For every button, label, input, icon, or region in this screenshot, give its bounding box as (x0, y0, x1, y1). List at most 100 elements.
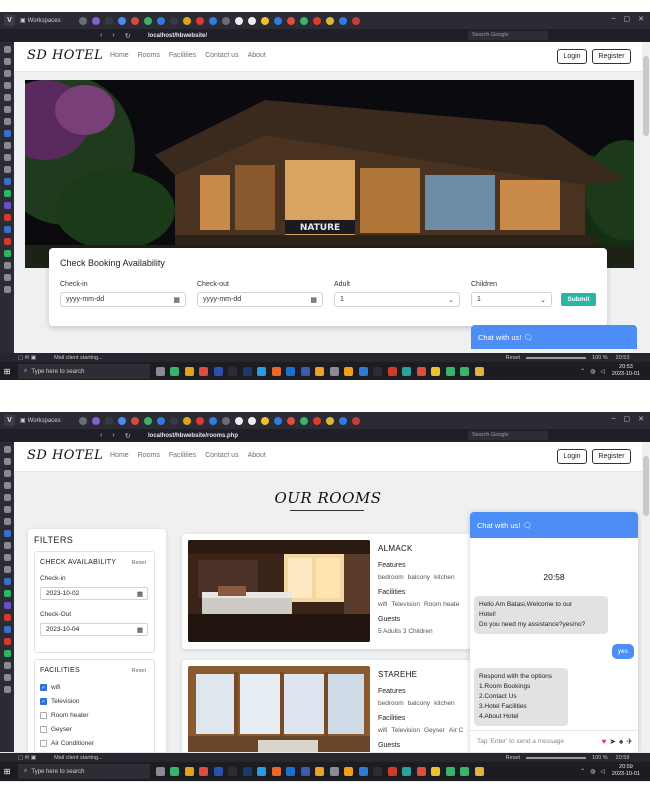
taskbar-app-icon[interactable] (286, 767, 295, 776)
tab-icon[interactable] (183, 16, 191, 25)
vivaldi-logo-icon[interactable]: V (4, 15, 15, 26)
tab-icon[interactable] (222, 416, 230, 425)
file-explorer-icon[interactable] (431, 767, 440, 776)
calendar-icon[interactable]: ▦ (173, 296, 180, 304)
tab-icon[interactable] (105, 416, 113, 425)
tab-icon[interactable] (248, 16, 256, 25)
facilities-reset[interactable]: Reset (132, 668, 146, 674)
checkin-date-input[interactable]: 2023-10-02 ▦ (40, 587, 148, 600)
taskbar-app-icon[interactable] (228, 767, 237, 776)
taskbar-app-icon[interactable] (460, 767, 469, 776)
nav-rooms[interactable]: Rooms (138, 52, 160, 59)
facility-checkbox-television[interactable]: ✓ Television (40, 698, 80, 705)
tab-icon[interactable] (118, 416, 126, 425)
forward-icon[interactable]: › (112, 32, 114, 40)
chat-header[interactable]: Chat with us! 🗨 (470, 512, 638, 538)
whatsapp-icon[interactable] (3, 590, 11, 597)
checkbox-icon[interactable] (40, 726, 47, 733)
chevron-up-icon[interactable]: ⌃ (580, 368, 585, 375)
tab-icon[interactable] (144, 416, 152, 425)
tab-icon[interactable] (131, 16, 139, 25)
panel-app-icon[interactable] (3, 202, 11, 209)
edge-icon[interactable] (402, 367, 411, 376)
checkbox-icon[interactable] (40, 740, 47, 747)
url-field[interactable]: localhost/hbwebsite/ (148, 33, 438, 39)
tab-icon[interactable] (105, 16, 113, 25)
forward-icon[interactable]: › (112, 432, 114, 440)
telegram-icon[interactable] (257, 767, 266, 776)
search-field[interactable]: Search Google (468, 431, 548, 440)
vivaldi-panel-icon[interactable] (3, 614, 11, 621)
youtube-icon[interactable] (3, 638, 11, 645)
tab-icon[interactable] (274, 16, 282, 25)
taskbar-app-icon[interactable] (460, 367, 469, 376)
login-button[interactable]: Login (557, 49, 587, 64)
taskbar-app-icon[interactable] (416, 367, 426, 376)
panel-app-icon[interactable] (3, 142, 11, 149)
taskbar-app-icon[interactable] (184, 767, 194, 776)
adult-select[interactable]: 1 ⌄ (334, 292, 460, 307)
chat-message-input[interactable]: Tap 'Enter' to send a message ♥ ➤ ♠ ✈ (470, 730, 638, 752)
tab-icon[interactable] (261, 416, 269, 425)
panel-app-icon[interactable] (3, 250, 11, 257)
panel-notes-icon[interactable] (3, 494, 11, 501)
whatsapp-icon[interactable] (3, 190, 11, 197)
panel-history-icon[interactable] (3, 482, 11, 489)
tab-icon[interactable] (326, 416, 334, 425)
scrollbar-thumb[interactable] (643, 56, 649, 136)
tab-icon[interactable] (248, 416, 256, 425)
maximize-icon[interactable]: ▢ (624, 415, 631, 423)
plane-icon[interactable]: ✈ (626, 737, 633, 746)
checkbox-icon[interactable] (40, 712, 47, 719)
taskbar-app-icon[interactable] (373, 767, 382, 776)
nav-rooms[interactable]: Rooms (138, 452, 160, 459)
search-field[interactable]: Search Google (468, 31, 548, 40)
panel-downloads-icon[interactable] (3, 70, 11, 77)
file-explorer-icon[interactable] (431, 367, 440, 376)
panel-window-icon[interactable] (3, 506, 11, 513)
taskbar-app-icon[interactable] (170, 367, 179, 376)
taskbar-app-icon[interactable] (416, 767, 426, 776)
youtube-icon[interactable] (3, 238, 11, 245)
taskbar-app-icon[interactable] (300, 367, 310, 376)
panel-app-icon[interactable] (3, 130, 11, 137)
tab-icon[interactable] (79, 16, 87, 25)
panel-app-icon[interactable] (3, 662, 11, 669)
reset-zoom[interactable]: Reset (506, 355, 520, 361)
taskbar-app-icon[interactable] (329, 767, 339, 776)
panel-app-icon[interactable] (3, 154, 11, 161)
network-icon[interactable]: ◍ (590, 368, 595, 375)
panel-app-icon[interactable] (3, 626, 11, 633)
taskbar-app-icon[interactable] (373, 367, 382, 376)
reload-icon[interactable]: ↻ (125, 432, 131, 440)
send-icon[interactable]: ➤ (609, 737, 616, 746)
register-button[interactable]: Register (592, 449, 631, 464)
register-button[interactable]: Register (592, 49, 631, 64)
network-icon[interactable]: ◍ (590, 768, 595, 775)
page-scrollbar[interactable] (642, 442, 650, 752)
nav-contact[interactable]: Contact us (205, 52, 238, 59)
availability-reset[interactable]: Reset (132, 560, 146, 566)
taskbar-app-icon[interactable] (199, 367, 208, 376)
settings-icon[interactable] (3, 286, 11, 293)
panel-bookmarks-icon[interactable] (3, 46, 11, 53)
settings-icon[interactable] (3, 686, 11, 693)
tab-icon[interactable] (92, 416, 100, 425)
add-panel-icon[interactable] (3, 674, 11, 681)
spade-icon[interactable]: ♠ (619, 737, 623, 746)
nav-facilities[interactable]: Facilities (169, 52, 196, 59)
reset-zoom[interactable]: Reset (506, 755, 520, 761)
tab-icon[interactable] (157, 416, 165, 425)
brand-logo[interactable]: SD HOTEL (27, 448, 103, 463)
panel-app-icon[interactable] (3, 178, 11, 185)
login-button[interactable]: Login (557, 449, 587, 464)
panel-translate-icon[interactable] (3, 118, 11, 125)
tab-icon[interactable] (235, 416, 243, 425)
tab-icon[interactable] (261, 16, 269, 25)
calendar-icon[interactable]: ▦ (137, 626, 143, 634)
heart-icon[interactable]: ♥ (602, 737, 607, 746)
taskbar-app-icon[interactable] (271, 767, 281, 776)
volume-icon[interactable]: ◁ (600, 368, 605, 375)
telegram-icon[interactable] (257, 367, 266, 376)
tab-icon[interactable] (313, 416, 321, 425)
